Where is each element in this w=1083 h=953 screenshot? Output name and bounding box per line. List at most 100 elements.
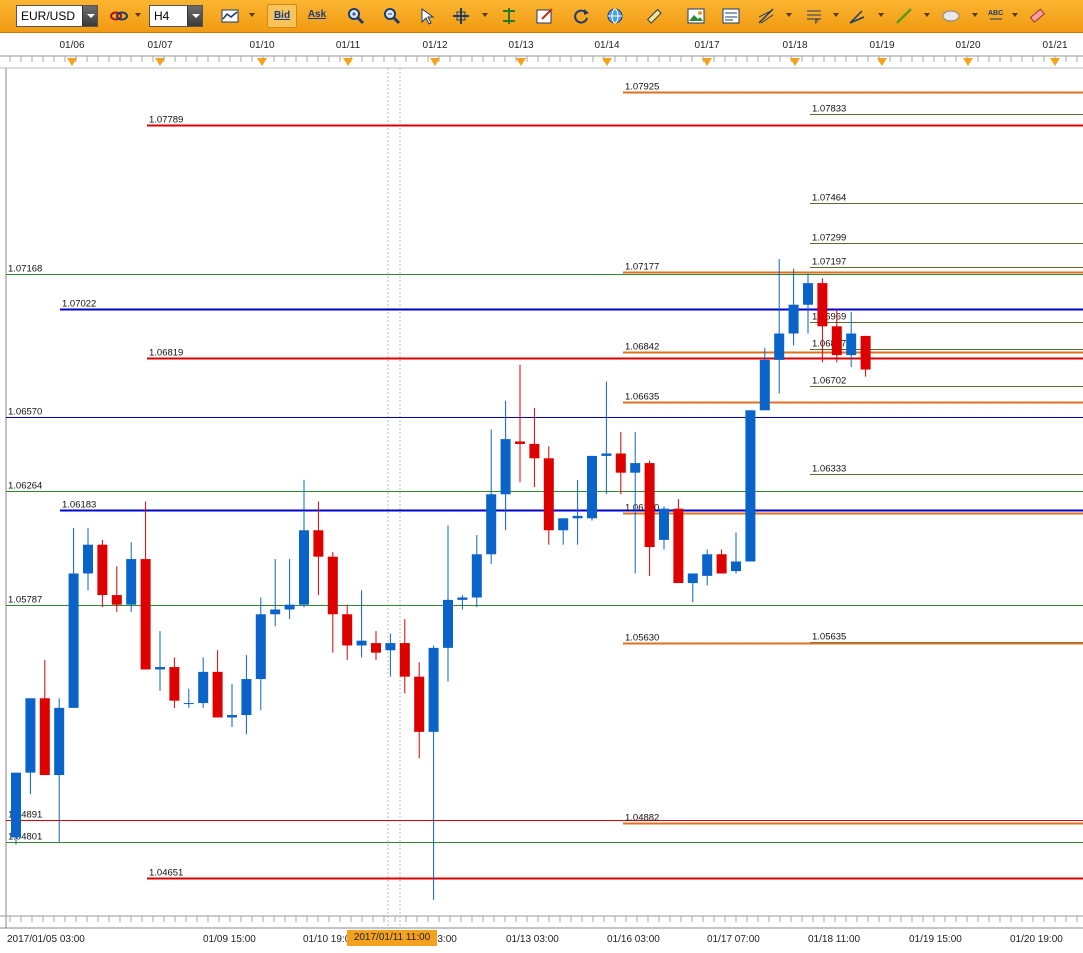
highlighted-time-badge: 2017/01/11 11:00 [347, 930, 437, 946]
candle-body [630, 463, 641, 473]
candlestick[interactable] [803, 273, 813, 334]
candle-body [313, 530, 324, 557]
price-level-label: 1.07789 [149, 115, 183, 126]
candle-body [788, 304, 799, 334]
day-marker [257, 58, 267, 66]
candlesticks [11, 259, 871, 900]
candlestick[interactable] [558, 518, 569, 545]
candle-body [716, 554, 727, 574]
price-level-label: 1.07022 [62, 299, 96, 310]
price-level-label: 1.06264 [8, 481, 42, 492]
candlestick[interactable] [356, 590, 367, 658]
candlestick[interactable] [644, 460, 655, 576]
candle-body [414, 676, 425, 732]
candle-body [356, 640, 367, 646]
candle-body [155, 667, 165, 670]
candle-body [198, 671, 209, 704]
candlestick[interactable] [299, 479, 309, 608]
candle-body [241, 679, 252, 716]
candle-body [25, 698, 36, 773]
candlestick[interactable] [615, 431, 626, 495]
day-marker [963, 58, 973, 66]
candle-body [687, 573, 698, 584]
candlestick[interactable] [198, 657, 209, 708]
candlestick[interactable] [745, 410, 756, 562]
candlestick[interactable] [486, 429, 497, 564]
price-level-label: 1.07168 [8, 264, 42, 275]
candle-body [831, 326, 842, 356]
candlestick[interactable] [11, 772, 21, 845]
price-level-label: 1.05630 [625, 633, 659, 644]
price-level-label: 1.06842 [625, 342, 659, 353]
candle-body [529, 443, 540, 459]
candlestick[interactable] [428, 645, 439, 900]
candlestick[interactable] [342, 604, 353, 660]
candlestick[interactable] [212, 650, 223, 718]
candlestick[interactable] [313, 501, 324, 596]
candlestick[interactable] [83, 527, 93, 591]
candlestick[interactable] [457, 595, 468, 610]
price-level-label: 1.07925 [625, 82, 659, 93]
candlestick[interactable] [515, 364, 525, 483]
candlestick[interactable] [385, 633, 396, 677]
candlestick[interactable] [471, 535, 482, 608]
candlestick[interactable] [270, 559, 281, 627]
price-level-label: 1.06635 [625, 392, 659, 403]
candle-body [83, 544, 93, 574]
price-level-label: 1.07197 [812, 257, 846, 268]
candle-body [11, 772, 21, 838]
candle-body [169, 667, 180, 701]
candlestick[interactable] [227, 683, 237, 728]
candlestick[interactable] [716, 549, 727, 574]
bottom-time-label: 01/09 15:00 [203, 934, 256, 945]
candlestick[interactable] [673, 499, 684, 584]
candlestick[interactable] [126, 542, 137, 612]
bottom-time-axis: 2017/01/05 03:0001/09 15:0001/10 19:0001… [0, 915, 1083, 945]
candlestick[interactable] [68, 527, 79, 708]
candlestick[interactable] [371, 631, 381, 660]
bottom-time-label: 01/16 03:00 [607, 934, 660, 945]
candlestick[interactable] [687, 573, 698, 603]
candlestick[interactable] [414, 662, 425, 759]
candlestick[interactable] [25, 698, 36, 795]
candlestick[interactable] [327, 551, 338, 653]
candle-body [284, 604, 295, 610]
candle-body [558, 518, 569, 531]
candle-body [860, 335, 871, 370]
candlestick[interactable] [140, 501, 151, 670]
candlestick[interactable] [97, 539, 108, 608]
candlestick[interactable] [759, 347, 770, 411]
candlestick[interactable] [601, 381, 612, 495]
candlestick[interactable] [241, 655, 252, 735]
candle-body [745, 410, 756, 562]
candle-body [97, 544, 108, 596]
candlestick[interactable] [543, 446, 554, 545]
candlestick[interactable] [572, 479, 583, 545]
candlestick[interactable] [788, 268, 799, 346]
candlestick[interactable] [399, 619, 410, 694]
candlestick[interactable] [587, 455, 597, 521]
candle-body [183, 703, 194, 705]
candlestick[interactable] [774, 259, 785, 394]
candlestick[interactable] [731, 532, 741, 574]
candlestick[interactable] [702, 549, 713, 586]
candlestick[interactable] [443, 525, 453, 682]
candle-body [515, 441, 525, 444]
candlestick[interactable] [255, 597, 266, 711]
price-level-label: 1.05787 [8, 595, 42, 606]
candle-body [673, 508, 684, 584]
candlestick[interactable] [284, 559, 295, 620]
price-chart[interactable]: 1.07925 1.07833 1.07789 1.07464 1.07299 1.071… [0, 0, 1083, 953]
candle-body [500, 439, 511, 495]
price-level-label: 1.06183 [62, 500, 96, 511]
candle-body [54, 707, 65, 776]
candlestick[interactable] [183, 688, 194, 708]
candlestick[interactable] [529, 407, 540, 488]
candlestick[interactable] [659, 506, 669, 550]
price-level-label: 1.06819 [149, 348, 183, 359]
candlestick[interactable] [169, 657, 180, 708]
candlestick[interactable] [39, 659, 50, 776]
day-marker [1050, 58, 1060, 66]
candlestick[interactable] [860, 335, 871, 377]
candlestick[interactable] [155, 631, 165, 692]
